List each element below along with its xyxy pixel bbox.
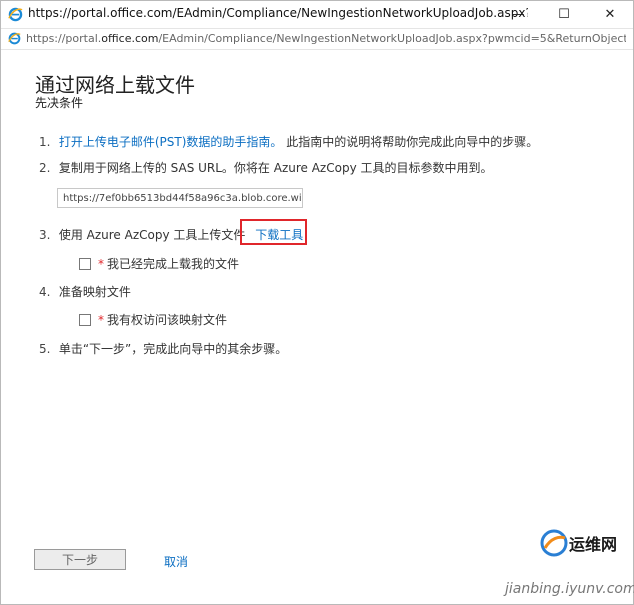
url-prefix: https://portal.	[26, 32, 102, 45]
step-number: 5.	[39, 342, 51, 356]
watermark-emblem-icon	[540, 529, 568, 557]
mapping-file-label: 我有权访问该映射文件	[107, 313, 228, 327]
step-number: 1.	[39, 135, 51, 149]
mapping-file-row: * 我有权访问该映射文件	[79, 311, 227, 328]
step-1-text: 此指南中的说明将帮助你完成此向导中的步骤。	[282, 135, 539, 149]
pst-guide-link[interactable]: 打开上传电子邮件(PST)数据的助手指南。	[59, 135, 283, 149]
step-number: 2.	[39, 161, 51, 175]
url-host: office.com	[101, 32, 159, 45]
page-subtitle: 先决条件	[35, 96, 84, 110]
required-mark: *	[98, 256, 104, 271]
title-bar: https://portal.office.com/EAdmin/Complia…	[1, 1, 633, 28]
step-2-text: 复制用于网络上传的 SAS URL。你将在 Azure AzCopy 工具的目标…	[58, 161, 493, 175]
internet-explorer-icon	[8, 32, 21, 45]
mapping-file-checkbox[interactable]	[79, 313, 91, 326]
highlight-annotation	[240, 219, 307, 245]
sas-url-field[interactable]: https://7ef0bb6513bd44f58a96c3a.blob.cor…	[57, 188, 303, 208]
upload-complete-row: * 我已经完成上载我的文件	[79, 255, 239, 272]
step-5: 5. 单击“下一步”，完成此向导中的其余步骤。	[39, 340, 287, 357]
watermark-domain: jianbing.iyunv.com	[505, 581, 634, 597]
browser-popup-window: https://portal.office.com/EAdmin/Complia…	[0, 0, 634, 605]
window-title: https://portal.office.com/EAdmin/Complia…	[28, 6, 528, 20]
step-2: 2. 复制用于网络上传的 SAS URL。你将在 Azure AzCopy 工具…	[39, 159, 493, 176]
watermark-name: 运维网	[569, 535, 618, 554]
minimize-button[interactable]: —	[495, 1, 541, 28]
upload-complete-checkbox[interactable]	[79, 257, 91, 270]
watermark-logo: 运维网 jianbing.iyunv.com	[499, 526, 634, 604]
cancel-link[interactable]: 取消	[164, 553, 188, 570]
step-1: 1. 打开上传电子邮件(PST)数据的助手指南。 此指南中的说明将帮助你完成此向…	[39, 133, 538, 150]
step-number: 4.	[39, 285, 51, 299]
step-5-text: 单击“下一步”，完成此向导中的其余步骤。	[58, 342, 288, 356]
wizard-content: 通过网络上载文件 先决条件 1. 打开上传电子邮件(PST)数据的助手指南。 此…	[1, 49, 633, 604]
next-button[interactable]: 下一步	[34, 549, 126, 570]
upload-complete-label: 我已经完成上载我的文件	[107, 257, 240, 271]
url-path: /EAdmin/Compliance/NewIngestionNetworkUp…	[158, 32, 626, 45]
maximize-button[interactable]: ☐	[541, 1, 587, 28]
close-button[interactable]: ✕	[587, 1, 633, 28]
step-number: 3.	[39, 228, 51, 242]
address-url: https://portal.office.com/EAdmin/Complia…	[26, 32, 626, 45]
step-4: 4. 准备映射文件	[39, 283, 131, 300]
step-3-text: 使用 Azure AzCopy 工具上传文件	[58, 228, 246, 242]
required-mark: *	[98, 312, 104, 327]
address-bar[interactable]: https://portal.office.com/EAdmin/Complia…	[1, 28, 633, 50]
step-4-text: 准备映射文件	[58, 285, 131, 299]
internet-explorer-icon	[8, 7, 23, 22]
